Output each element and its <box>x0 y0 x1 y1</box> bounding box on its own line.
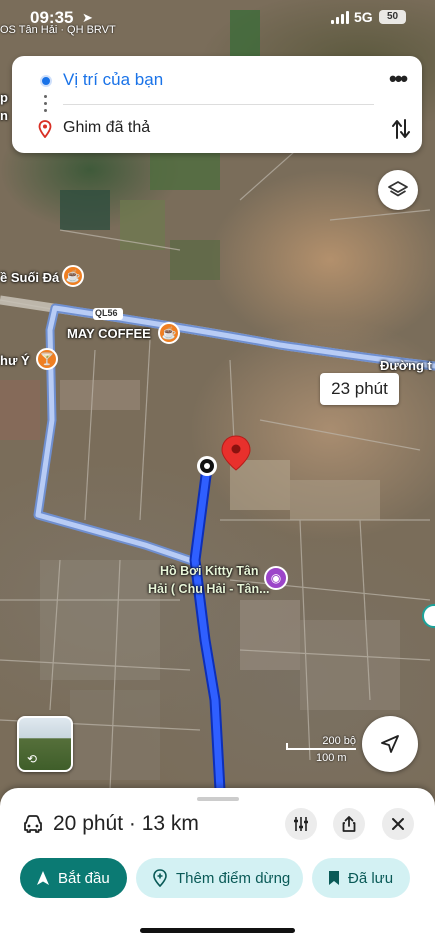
scale-meters: 100 m <box>316 752 347 764</box>
drag-handle[interactable] <box>197 797 239 801</box>
share-icon <box>342 816 356 832</box>
add-location-icon <box>153 869 167 887</box>
status-bar: OS Tân Hải · QH BRVT 09:35 ➤ 5G 50 <box>0 6 435 36</box>
network-type: 5G <box>354 9 373 25</box>
tune-icon <box>294 817 308 831</box>
more-options-icon[interactable]: ••• <box>389 66 408 92</box>
poi-label-pool-line1[interactable]: Hồ Bơi Kitty Tân <box>160 564 258 578</box>
street-view-rotate-icon: ⟲ <box>27 752 38 766</box>
close-button[interactable] <box>382 808 414 840</box>
destination-field[interactable]: Ghim đã thả <box>63 119 150 137</box>
recenter-button[interactable] <box>362 716 418 772</box>
cafe-poi-icon[interactable]: ☕ <box>62 265 84 287</box>
destination-pin-icon <box>38 120 52 138</box>
bar-poi-icon[interactable]: 🍸 <box>36 348 58 370</box>
scale-bar-tick <box>286 743 288 750</box>
poi-label-may-coffee[interactable]: MAY COFFEE <box>67 326 151 341</box>
your-location-dot-icon <box>40 75 52 87</box>
coffee-poi-icon[interactable]: ☕ <box>158 322 180 344</box>
map-edge-label: n <box>0 108 8 123</box>
route-options-button[interactable] <box>285 808 317 840</box>
road-name-label: Đường t <box>380 358 432 373</box>
status-time: 09:35 <box>30 8 74 27</box>
signal-icon <box>331 11 349 24</box>
directions-bottom-sheet: 20 phút · 13 km Bắt đầu Thêm điểm dừng Đ… <box>0 788 435 941</box>
saved-label: Đã lưu <box>348 869 394 887</box>
field-divider <box>63 104 374 105</box>
route-input-card: Vị trí của bạn ••• Ghim đã thả <box>12 56 422 153</box>
route-summary: 20 phút · 13 km <box>53 812 199 835</box>
car-icon <box>24 815 42 833</box>
saved-button[interactable]: Đã lưu <box>312 858 410 898</box>
street-view-thumbnail[interactable]: ⟲ <box>17 716 73 772</box>
origin-field[interactable]: Vị trí của bạn <box>63 70 163 90</box>
layers-button[interactable] <box>378 170 418 210</box>
swap-icon[interactable] <box>390 117 412 141</box>
map-scale: 200 bộ 100 m <box>286 735 356 765</box>
map-edge-label: p <box>0 90 8 105</box>
battery-icon: 50 <box>379 10 406 24</box>
add-stop-button[interactable]: Thêm điểm dừng <box>136 858 303 898</box>
poi-label-suoi-da[interactable]: ề Suối Đá <box>0 270 59 285</box>
start-label: Bắt đầu <box>58 869 110 887</box>
poi-label-pool-line2[interactable]: Hải ( Chu Hải - Tân... <box>148 582 270 596</box>
navigation-arrow-icon <box>37 871 49 885</box>
scale-feet: 200 bộ <box>322 735 356 747</box>
route-time-label[interactable]: 23 phút <box>320 373 399 405</box>
add-stop-label: Thêm điểm dừng <box>176 869 291 887</box>
home-indicator <box>140 928 295 933</box>
navigation-arrow-icon <box>381 735 399 753</box>
road-badge: QL56 <box>95 308 118 318</box>
bookmark-icon <box>329 871 339 885</box>
location-arrow-icon: ➤ <box>82 10 93 25</box>
route-connector-dots <box>44 95 47 116</box>
layers-icon <box>388 181 408 197</box>
share-button[interactable] <box>333 808 365 840</box>
poi-label-nhu-y[interactable]: hư Ý <box>0 353 30 368</box>
close-icon <box>392 818 404 830</box>
scale-bar <box>286 748 356 750</box>
start-navigation-button[interactable]: Bắt đầu <box>20 858 127 898</box>
